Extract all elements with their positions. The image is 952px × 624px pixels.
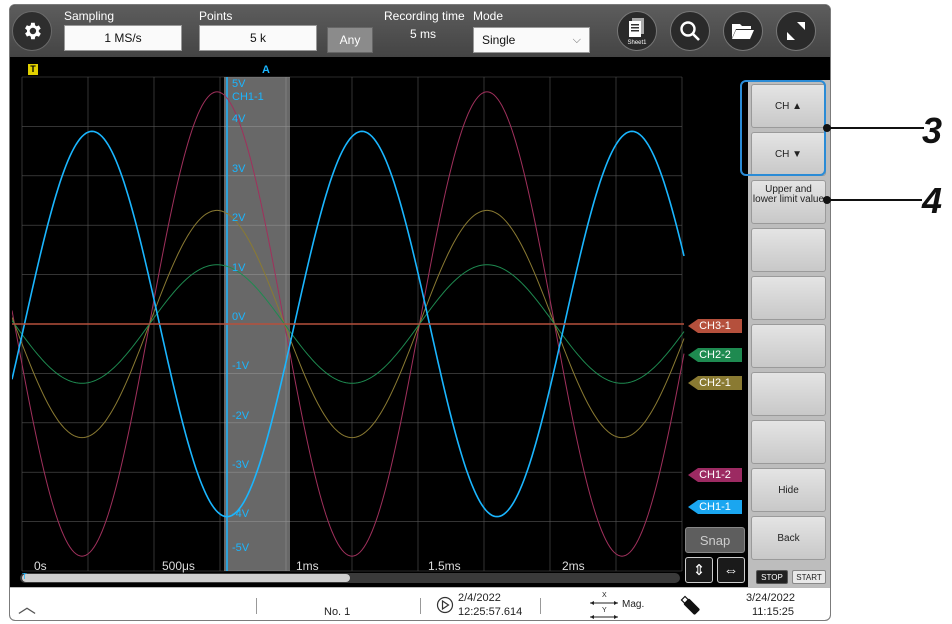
time-scrollbar[interactable]: T (20, 572, 680, 583)
volt-label: -4V (232, 508, 250, 520)
xy-mag-icon: X Y (588, 592, 624, 619)
hide-button[interactable]: Hide (751, 468, 826, 512)
points-field[interactable]: 5 k (199, 25, 317, 51)
volt-label: 3V (232, 163, 246, 175)
upper-lower-limit-button[interactable]: Upper and lower limit value (751, 180, 826, 224)
expand-icon (787, 22, 805, 40)
screenshot-frame: Sampling 1 MS/s Points 5 k Any Recording… (0, 0, 952, 624)
current-date: 3/24/2022 (746, 592, 795, 604)
folder-button[interactable] (723, 11, 763, 51)
chevron-down-icon: ⌵ (572, 34, 581, 46)
back-button[interactable]: Back (751, 516, 826, 560)
volt-label: 4V (232, 113, 246, 125)
any-button[interactable]: Any (327, 27, 373, 53)
trigger-time: 12:25:57.614 (458, 606, 523, 618)
function-key-blank[interactable] (751, 420, 826, 464)
mag-label: Mag. (622, 599, 645, 610)
search-button[interactable] (670, 11, 710, 51)
scrollbar-thumb[interactable] (22, 574, 350, 582)
time-label: 1.5ms (428, 559, 461, 573)
channel-tag-ch2-1[interactable]: CH2-1 (688, 376, 742, 390)
volt-label: -2V (232, 410, 250, 422)
channel-scale-label: CH1-1 (232, 91, 264, 103)
expand-button[interactable] (776, 11, 816, 51)
status-bar: ︿ No. 1 2/4/2022 12:25:57.614 X Y Mag. 3… (10, 587, 830, 620)
settings-button[interactable] (12, 11, 52, 51)
function-key-blank[interactable] (751, 228, 826, 272)
mode-value: Single (482, 33, 516, 47)
cursor-a-label: A (262, 64, 270, 76)
gear-icon (25, 22, 41, 40)
callout-4: 4 (922, 180, 943, 221)
time-label: 500μs (162, 559, 195, 573)
volt-label: 0V (232, 311, 246, 323)
sheet-button[interactable]: Sheet1 (617, 11, 657, 51)
mode-label: Mode (473, 9, 504, 23)
separator (256, 598, 257, 614)
mode-select[interactable]: Single ⌵ (473, 27, 590, 53)
trigger-marker: T (28, 64, 38, 75)
waveform-graph[interactable]: T A 5V CH1-1 4V 3V 2V 1V 0V -1V -2V -3V … (12, 60, 748, 587)
recording-time-label: Recording time (384, 9, 465, 23)
ch-buttons-highlight (740, 80, 826, 176)
points-label: Points (199, 9, 233, 23)
volt-label: -3V (232, 459, 250, 471)
channel-tag-ch1-2[interactable]: CH1-2 (688, 468, 742, 482)
horizontal-zoom-button[interactable]: ⇔ (717, 557, 745, 583)
recording-time-value: 5 ms (410, 27, 437, 41)
folder-icon (732, 24, 754, 39)
channel-tag-ch1-1[interactable]: CH1-1 (688, 500, 742, 514)
current-time: 11:15:25 (752, 606, 795, 618)
volt-label: -5V (232, 542, 250, 554)
volt-label: 2V (232, 212, 246, 224)
search-icon (680, 21, 700, 41)
top-toolbar: Sampling 1 MS/s Points 5 k Any Recording… (10, 5, 830, 57)
separator (420, 598, 421, 614)
sheet-icon (629, 18, 644, 37)
channel-tag-ch2-2[interactable]: CH2-2 (688, 348, 742, 362)
trigger-date: 2/4/2022 (458, 592, 501, 604)
function-key-blank[interactable] (751, 324, 826, 368)
trigger-time-icon (436, 596, 454, 614)
function-key-blank[interactable] (751, 372, 826, 416)
volt-label: 1V (232, 262, 246, 274)
vertical-zoom-button[interactable]: ⇕ (685, 557, 713, 583)
separator (540, 598, 541, 614)
sampling-field[interactable]: 1 MS/s (64, 25, 182, 51)
sampling-label: Sampling (64, 9, 115, 23)
start-button[interactable]: START (792, 570, 826, 584)
chevron-up-icon[interactable]: ︿ (18, 593, 36, 619)
volt-label: 5V (232, 78, 246, 90)
usb-drive-icon (680, 595, 700, 615)
traces (12, 91, 685, 557)
stop-button[interactable]: STOP (756, 570, 788, 584)
waveform-canvas (12, 76, 685, 572)
volt-label: -1V (232, 360, 250, 372)
time-label: 1ms (296, 559, 319, 573)
callout-lines (823, 124, 924, 204)
time-label: 0s (34, 559, 47, 573)
file-number: No. 1 (324, 606, 351, 618)
recorder-screen: Sampling 1 MS/s Points 5 k Any Recording… (9, 4, 831, 621)
callout-3: 3 (922, 110, 943, 151)
sheet-name: Sheet1 (627, 40, 647, 46)
channel-tag-ch3-1[interactable]: CH3-1 (688, 319, 742, 333)
function-key-blank[interactable] (751, 276, 826, 320)
snap-button[interactable]: Snap (685, 527, 745, 553)
scroll-trigger-marker: T (22, 572, 27, 581)
time-label: 2ms (562, 559, 585, 573)
